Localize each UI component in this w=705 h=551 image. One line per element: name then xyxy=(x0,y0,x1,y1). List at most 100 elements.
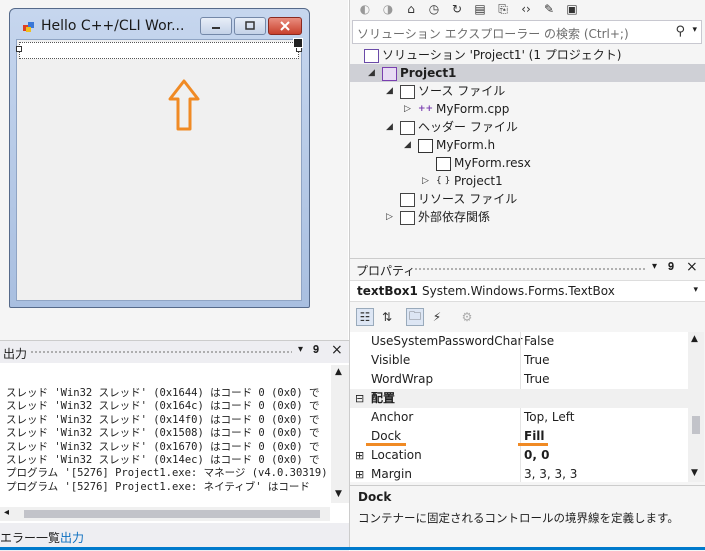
form-designer-surface[interactable]: Hello C++/CLI Wor... xyxy=(0,0,348,340)
grid-divider xyxy=(520,408,521,427)
property-row[interactable]: ⊞ Margin 3, 3, 3, 3 xyxy=(350,465,688,482)
forward-icon[interactable]: ◑ xyxy=(379,0,397,18)
object-dropdown-icon[interactable]: ▾ xyxy=(693,285,698,295)
tree-item[interactable]: ◢ ヘッダー ファイル xyxy=(350,118,705,136)
maximize-icon xyxy=(245,21,255,30)
tree-item[interactable]: ◢ Project1 xyxy=(350,64,705,82)
smart-tag-icon[interactable] xyxy=(293,38,303,48)
tab-error-list[interactable]: エラー一覧 xyxy=(0,529,60,546)
property-row[interactable]: Dock Fill xyxy=(350,427,688,446)
history-icon[interactable]: ◷ xyxy=(425,0,443,18)
form-window[interactable]: Hello C++/CLI Wor... xyxy=(9,8,310,308)
tree-item-label: Project1 xyxy=(454,174,503,188)
output-header: 出力 ▾ 𝟗 × xyxy=(0,341,349,363)
panel-menu-icon[interactable]: ▾ xyxy=(298,344,303,355)
panel-menu-icon[interactable]: ▾ xyxy=(652,261,657,272)
alphabetical-icon[interactable]: ⇅ xyxy=(378,308,396,326)
pin-icon[interactable]: 𝟗 xyxy=(668,260,674,274)
textbox1-control[interactable] xyxy=(16,38,303,59)
collapse-all-icon[interactable]: ▤ xyxy=(471,0,489,18)
resx-file-icon xyxy=(436,157,451,171)
property-row[interactable]: WordWrap True xyxy=(350,370,688,389)
properties-view-icon[interactable]: 🗀 xyxy=(406,308,424,326)
close-panel-icon[interactable]: × xyxy=(686,259,698,275)
scroll-thumb[interactable] xyxy=(692,416,700,434)
scroll-up-icon[interactable]: ▲ xyxy=(691,334,698,344)
collapse-icon[interactable]: ◢ xyxy=(386,118,393,136)
output-title: 出力 xyxy=(3,347,28,361)
search-icon[interactable]: ⚲ xyxy=(675,24,685,39)
preview-icon[interactable]: ▣ xyxy=(563,0,581,18)
expand-icon[interactable]: ▷ xyxy=(386,208,393,226)
property-value[interactable]: Top, Left xyxy=(524,408,574,427)
form-icon xyxy=(23,22,34,32)
form-client-area[interactable] xyxy=(16,38,303,301)
close-button[interactable] xyxy=(268,17,302,35)
back-icon[interactable]: ◐ xyxy=(356,0,374,18)
categorized-icon[interactable]: ☷ xyxy=(356,308,374,326)
output-line: スレッド 'Win32 スレッド' (0x1670) はコード 0 (0x0) … xyxy=(6,440,320,453)
maximize-button[interactable] xyxy=(234,17,266,35)
tree-item[interactable]: ◢ ソース ファイル xyxy=(350,82,705,100)
expand-icon[interactable]: ▷ xyxy=(404,100,411,118)
form-title: Hello C++/CLI Wor... xyxy=(41,18,185,34)
property-row[interactable]: Visible True xyxy=(350,351,688,370)
minimize-button[interactable] xyxy=(200,17,232,35)
view-code-icon[interactable]: ‹› xyxy=(517,0,535,18)
output-line: スレッド 'Win32 スレッド' (0x14ec) はコード 0 (0x0) … xyxy=(6,454,320,467)
vertical-scrollbar[interactable]: ▲ ▼ xyxy=(331,365,349,503)
horizontal-scroll-thumb[interactable] xyxy=(24,510,320,518)
expand-icon[interactable]: ▷ xyxy=(422,172,429,190)
description-text: コンテナーに固定されるコントロールの境界線を定義します。 xyxy=(358,511,679,525)
solution-explorer-panel: ◐ ◑ ⌂ ◷ ↻ ▤ ⎘ ‹› ✎ ▣ ソリューション エクスプローラー の検索 (Ctrl+;… xyxy=(349,0,705,258)
expand-property-icon[interactable]: ⊞ xyxy=(355,446,364,465)
expand-property-icon[interactable]: ⊞ xyxy=(355,465,364,482)
solution-search-input[interactable]: ソリューション エクスプローラー の検索 (Ctrl+;) ⚲ ▾ xyxy=(352,20,702,44)
property-row[interactable]: Anchor Top, Left xyxy=(350,408,688,427)
horizontal-scrollbar[interactable]: ◂ xyxy=(0,507,330,521)
panel-grip[interactable] xyxy=(414,267,646,272)
object-selector[interactable]: textBox1 System.Windows.Forms.TextBox ▾ xyxy=(350,280,705,302)
property-value[interactable]: 0, 0 xyxy=(524,446,549,465)
property-value[interactable]: True xyxy=(524,370,550,389)
events-icon[interactable]: ⚡ xyxy=(428,308,446,326)
tree-item[interactable]: ソリューション 'Project1' (1 プロジェクト) xyxy=(350,46,705,64)
collapse-category-icon[interactable]: ⊟ xyxy=(355,389,364,408)
collapse-icon[interactable]: ◢ xyxy=(368,64,375,82)
tree-item[interactable]: ◢ MyForm.h xyxy=(350,136,705,154)
tab-output[interactable]: 出力 xyxy=(60,529,84,546)
tree-item[interactable]: ▷ { } Project1 xyxy=(350,172,705,190)
collapse-icon[interactable]: ◢ xyxy=(404,136,411,154)
property-pages-icon[interactable]: ⚙ xyxy=(458,308,476,326)
grid-divider xyxy=(520,446,521,465)
close-panel-icon[interactable]: × xyxy=(331,342,343,358)
collapse-icon[interactable]: ◢ xyxy=(386,82,393,100)
refresh-icon[interactable]: ↻ xyxy=(448,0,466,18)
tree-item-label: ソース ファイル xyxy=(418,84,506,98)
scroll-left-icon[interactable]: ◂ xyxy=(4,507,9,518)
scroll-down-icon[interactable]: ▼ xyxy=(335,489,342,499)
property-row[interactable]: ⊞ Location 0, 0 xyxy=(350,446,688,465)
show-all-files-icon[interactable]: ⎘ xyxy=(494,0,512,18)
resize-handle-left[interactable] xyxy=(16,46,22,52)
properties-scrollbar[interactable]: ▲ ▼ xyxy=(688,332,704,482)
output-text-area[interactable]: スレッド 'Win32 スレッド' (0x1644) はコード 0 (0x0) … xyxy=(6,387,330,497)
search-options-icon[interactable]: ▾ xyxy=(692,25,697,35)
property-value[interactable]: True xyxy=(524,351,550,370)
tree-item[interactable]: MyForm.resx xyxy=(350,154,705,172)
property-category[interactable]: ⊟ 配置 xyxy=(350,389,688,408)
tree-item[interactable]: ▷ 外部依存関係 xyxy=(350,208,705,226)
home-icon[interactable]: ⌂ xyxy=(402,0,420,18)
scroll-up-icon[interactable]: ▲ xyxy=(335,367,342,377)
property-row[interactable]: UseSystemPasswordChar False xyxy=(350,332,688,351)
pin-icon[interactable]: 𝟗 xyxy=(313,343,319,357)
property-value[interactable]: 3, 3, 3, 3 xyxy=(524,465,577,482)
scroll-down-icon[interactable]: ▼ xyxy=(691,468,698,478)
panel-grip[interactable] xyxy=(30,350,292,355)
property-value[interactable]: False xyxy=(524,332,554,351)
tree-item[interactable]: ▷ ++ MyForm.cpp xyxy=(350,100,705,118)
folder-icon xyxy=(400,121,415,135)
tree-item[interactable]: リソース ファイル xyxy=(350,190,705,208)
properties-icon[interactable]: ✎ xyxy=(540,0,558,18)
properties-panel: プロパティ ▾ 𝟗 × textBox1 System.Windows.Form… xyxy=(349,258,705,551)
